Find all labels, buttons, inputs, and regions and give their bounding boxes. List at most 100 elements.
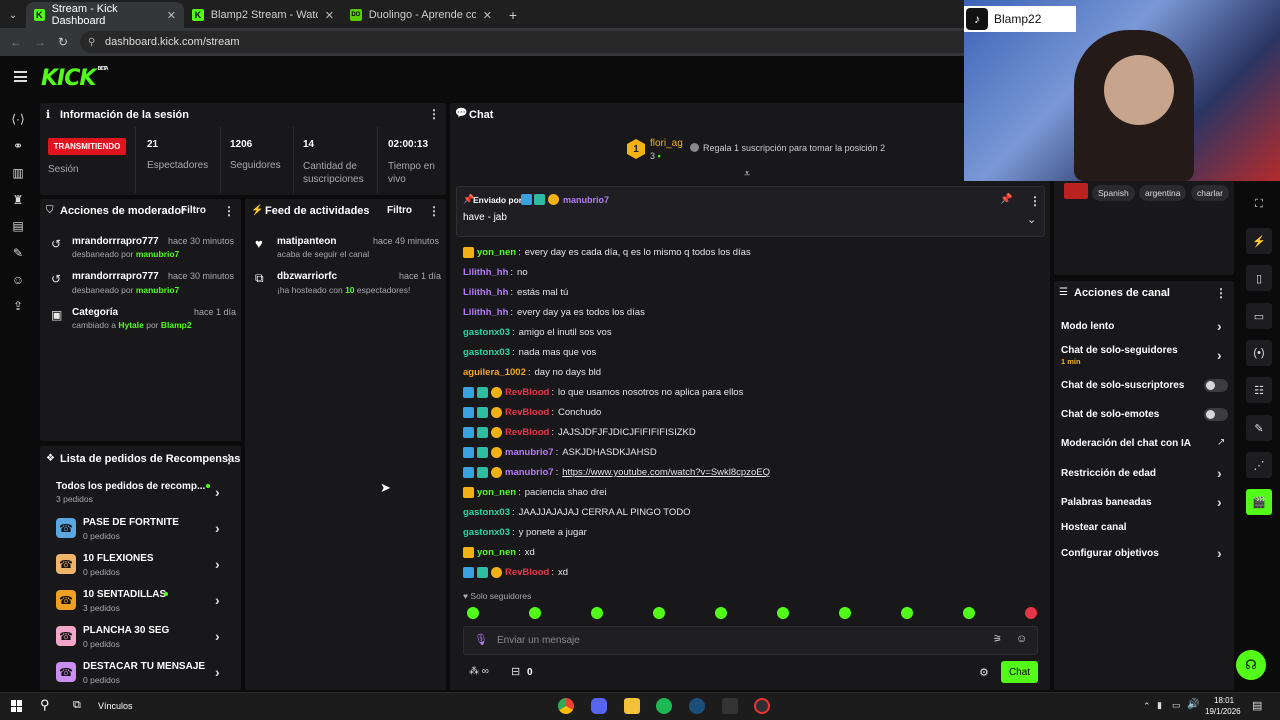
steam-icon[interactable] (689, 698, 705, 714)
clock-date[interactable]: 19/1/2026 (1205, 707, 1241, 716)
chat-username[interactable]: gastonx03 (463, 527, 510, 538)
chevron-right-icon[interactable]: › (215, 664, 220, 680)
spotify-icon[interactable] (656, 698, 672, 714)
windows-start-icon[interactable] (11, 700, 23, 712)
emote-icon[interactable] (529, 607, 541, 619)
wrench-icon[interactable]: ✎ (1246, 415, 1272, 441)
chat-username[interactable]: Lilithh_hh (463, 287, 508, 298)
emote-icon[interactable] (1025, 607, 1037, 619)
trophy-icon[interactable]: ♜ (10, 192, 26, 208)
reward-name[interactable]: DESTACAR TU MENSAJE (83, 661, 205, 672)
clipboard-icon[interactable]: ▯ (1246, 265, 1272, 291)
expand-pinned-icon[interactable]: ⌄ (1027, 213, 1036, 226)
collapse-leaderboard-icon[interactable]: ⩡ (744, 168, 750, 181)
stream-broadcast-icon[interactable]: ⟨·⟩ (10, 111, 26, 127)
community-icon[interactable]: ☺ (10, 272, 26, 288)
action-age-restriction[interactable]: Restricción de edad (1061, 468, 1156, 479)
reward-name[interactable]: 10 SENTADILLAS (83, 589, 166, 600)
close-tab-icon[interactable]: ✕ (325, 9, 334, 22)
chevron-right-icon[interactable]: › (1217, 318, 1222, 334)
chevron-right-icon[interactable]: › (215, 628, 220, 644)
close-tab-icon[interactable]: ✕ (167, 9, 176, 22)
emoji-icon[interactable]: ☺ (1016, 633, 1027, 645)
clapperboard-icon[interactable]: 🎬 (1246, 489, 1272, 515)
chat-link[interactable]: https://www.youtube.com/watch?v=Swkl8cpz… (562, 467, 770, 478)
emote-icon[interactable] (901, 607, 913, 619)
activity-more-icon[interactable]: ⋮ (428, 204, 440, 218)
analytics-icon[interactable]: ▥ (10, 165, 26, 181)
tab-list-button[interactable]: ⌄ (0, 2, 26, 28)
chevron-right-icon[interactable]: › (1217, 347, 1222, 363)
mod-tools-icon[interactable]: ☷ (1246, 377, 1272, 403)
tab-duolingo[interactable]: DO Duolingo - Aprende con leccio ✕ (342, 2, 500, 28)
mod-more-icon[interactable]: ⋮ (223, 204, 235, 218)
rewards-more-icon[interactable]: ⋮ (223, 452, 235, 466)
activity-filter-button[interactable]: Filtro (387, 205, 412, 216)
session-more-icon[interactable]: ⋮ (428, 107, 440, 121)
chat-username[interactable]: RevBlood (505, 387, 549, 398)
chat-username[interactable]: yon_nen (477, 247, 516, 258)
action-host-channel[interactable]: Hostear canal (1061, 522, 1127, 533)
chat-username[interactable]: Lilithh_hh (463, 267, 508, 278)
microphone-icon[interactable]: 🎙 (474, 633, 488, 646)
emote-icon[interactable] (839, 607, 851, 619)
send-chat-button[interactable]: Chat (1001, 661, 1038, 683)
action-followers-only[interactable]: Chat de solo-seguidores (1061, 345, 1178, 356)
chat-username[interactable]: gastonx03 (463, 347, 510, 358)
chest-icon[interactable]: ⊟ (511, 665, 520, 678)
pinned-more-icon[interactable]: ⋮ (1029, 194, 1041, 208)
emote-icon[interactable] (591, 607, 603, 619)
lightning-icon[interactable]: ⚡ (1246, 228, 1272, 254)
points-icon[interactable]: ⁂ ∞ (469, 666, 489, 677)
support-icon[interactable]: ☊ (1236, 650, 1266, 680)
action-slow-mode[interactable]: Modo lento (1061, 321, 1114, 332)
chat-username[interactable]: manubrio7 (505, 447, 554, 458)
tray-chevron-icon[interactable]: ⌃ (1143, 701, 1151, 712)
reward-name[interactable]: PASE DE FORTNITE (83, 517, 179, 528)
tag-charlar[interactable]: charlar (1191, 185, 1229, 201)
broadcast-icon[interactable]: (•) (1246, 340, 1272, 366)
chat-username[interactable]: gastonx03 (463, 327, 510, 338)
tab-kick-dashboard[interactable]: K Stream - Kick Dashboard ✕ (26, 2, 184, 28)
emote-icon[interactable] (963, 607, 975, 619)
kick-logo[interactable]: KICK BETA (41, 66, 109, 91)
obs-icon[interactable] (754, 698, 770, 714)
network-icon[interactable]: ▭ (1172, 700, 1181, 711)
upload-icon[interactable]: ⇪ (10, 298, 26, 314)
reload-icon[interactable]: ↻ (58, 35, 68, 49)
clock-time[interactable]: 18:01 (1214, 696, 1234, 705)
chrome-icon[interactable] (558, 698, 574, 714)
video-library-icon[interactable]: ▤ (10, 218, 26, 234)
chat-username[interactable]: gastonx03 (463, 507, 510, 518)
pinned-user[interactable]: manubrio7 (563, 195, 609, 205)
close-tab-icon[interactable]: ✕ (483, 9, 492, 22)
chat-username[interactable]: yon_nen (477, 547, 516, 558)
emote-icon[interactable] (777, 607, 789, 619)
chevron-right-icon[interactable]: › (215, 520, 220, 536)
tab-blamp2-stream[interactable]: K Blamp2 Stream - Watch Live on ✕ (184, 2, 342, 28)
volume-icon[interactable]: 🔊 (1187, 699, 1199, 710)
forward-icon[interactable]: → (34, 35, 46, 49)
emote-icon[interactable] (715, 607, 727, 619)
top-gifter-user[interactable]: flori_ag (650, 138, 683, 149)
chevron-right-icon[interactable]: › (215, 556, 220, 572)
discord-icon[interactable] (591, 698, 607, 714)
epic-games-icon[interactable] (722, 698, 738, 714)
chat-username[interactable]: RevBlood (505, 407, 549, 418)
chevron-right-icon[interactable]: › (1217, 494, 1222, 510)
chat-username[interactable]: Lilithh_hh (463, 307, 508, 318)
microphone-tray-icon[interactable]: ▮ (1157, 700, 1162, 711)
action-ai-moderation[interactable]: Moderación del chat con IA (1061, 438, 1191, 449)
mod-filter-button[interactable]: Filtro (181, 205, 206, 216)
task-view-icon[interactable]: ⧉ (73, 699, 81, 712)
tag-spanish[interactable]: Spanish (1092, 185, 1135, 201)
action-banned-words[interactable]: Palabras baneadas (1061, 497, 1152, 508)
emotes-only-toggle[interactable] (1204, 408, 1228, 421)
back-icon[interactable]: ← (10, 35, 22, 49)
chat-username[interactable]: manubrio7 (505, 467, 554, 478)
channel-actions-more-icon[interactable]: ⋮ (1215, 286, 1227, 300)
chevron-right-icon[interactable]: › (1217, 465, 1222, 481)
chat-username[interactable]: aguilera_1002 (463, 367, 526, 378)
chevron-right-icon[interactable]: › (215, 592, 220, 608)
emote-icon[interactable] (467, 607, 479, 619)
